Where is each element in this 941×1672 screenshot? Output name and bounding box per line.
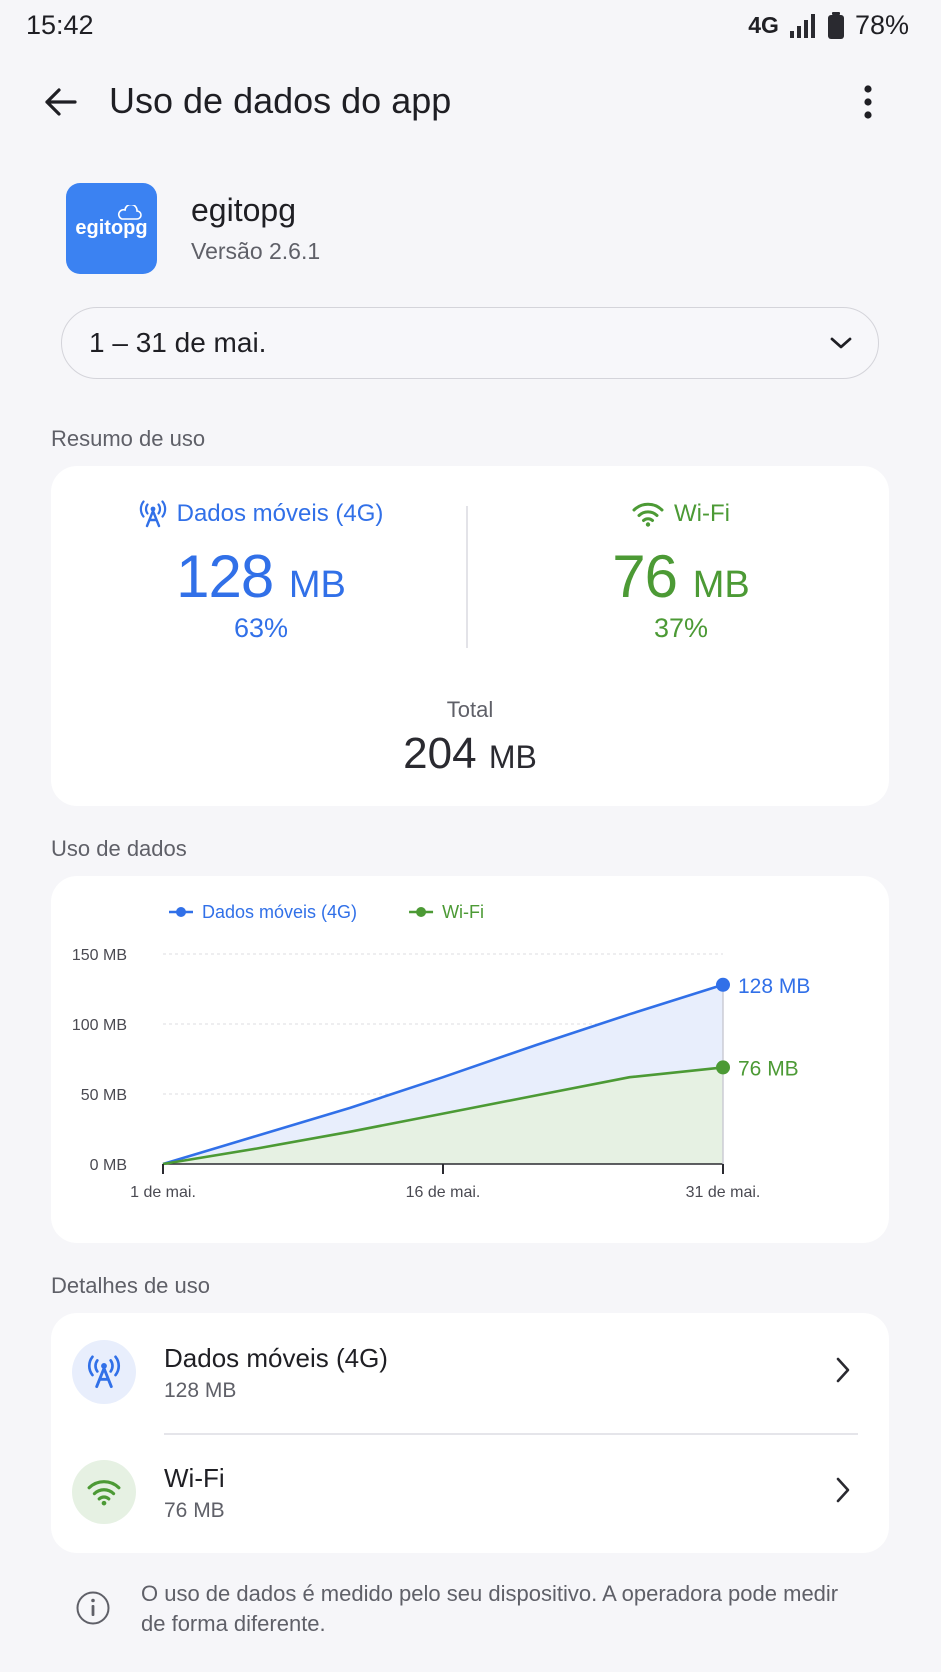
y-tick-label: 100 MB [72, 1017, 127, 1034]
summary-divider [466, 506, 468, 648]
y-tick-label: 50 MB [81, 1087, 127, 1104]
summary-mobile-label: Dados móveis (4G) [176, 500, 384, 527]
summary-total-label: Total [446, 697, 494, 722]
summary-section-label: Resumo de uso [51, 426, 206, 451]
legend-dot-1 [416, 907, 427, 917]
detail-mobile-icon-wrap [72, 1340, 136, 1404]
summary-wifi-label: Wi-Fi [674, 500, 730, 527]
back-button[interactable] [36, 78, 84, 126]
app-icon: egitopg [66, 183, 157, 274]
app-name: egitopg [191, 192, 296, 228]
detail-mobile-title: Dados móveis (4G) [164, 1343, 388, 1373]
cloud-icon [118, 205, 142, 220]
date-range-value: 1 – 31 de mai. [89, 327, 267, 358]
data-usage-note: O uso de dados é medido pelo seu disposi… [141, 1581, 839, 1636]
chevron-right-icon [836, 1477, 850, 1503]
status-time: 15:42 [26, 10, 94, 40]
detail-row-wifi[interactable]: Wi-Fi 76 MB [51, 1433, 889, 1553]
chevron-right-icon [836, 1357, 850, 1383]
cell-tower-icon [139, 500, 166, 528]
usage-chart-section-label: Uso de dados [51, 836, 187, 861]
app-version: Versão 2.6.1 [191, 238, 321, 264]
summary-mobile: Dados móveis (4G) 128 MB 63% [91, 500, 431, 644]
summary-total-value: 204 MB [403, 729, 537, 778]
usage-chart-card: 0 MB 50 MB 100 MB 150 MB 128 MB 76 MB 1 de mai… [51, 876, 889, 1243]
cell-tower-icon [87, 1355, 121, 1389]
x-tick-label: 16 de mai. [406, 1184, 481, 1201]
summary-wifi: Wi-Fi 76 MB 37% [511, 500, 851, 644]
summary-wifi-percent: 37% [653, 613, 709, 643]
wifi-icon [632, 502, 664, 527]
wifi-icon [87, 1480, 121, 1506]
series-end-point-1 [716, 1060, 730, 1075]
usage-chart: 0 MB 50 MB 100 MB 150 MB 128 MB 76 MB 1 de mai… [72, 902, 811, 1201]
detail-mobile-value: 128 MB [164, 1379, 237, 1402]
info-icon [76, 1591, 110, 1625]
more-options-button[interactable] [853, 80, 883, 124]
detail-row-mobile[interactable]: Dados móveis (4G) 128 MB [51, 1313, 889, 1435]
summary-mobile-value: 128 MB [176, 543, 346, 610]
battery-icon [827, 11, 844, 39]
y-tick-label: 0 MB [90, 1157, 127, 1174]
series-end-point-0 [716, 977, 730, 992]
page-title: Uso de dados do app [109, 80, 452, 121]
series-end-label-0: 128 MB [738, 975, 810, 998]
y-tick-label: 150 MB [72, 947, 127, 964]
detail-wifi-title: Wi-Fi [164, 1463, 225, 1493]
x-tick-label: 1 de mai. [130, 1184, 196, 1201]
more-vert-icon [864, 85, 872, 119]
details-section-label: Detalhes de uso [51, 1273, 210, 1298]
summary-wifi-value: 76 MB [612, 543, 750, 610]
network-type: 4G [748, 12, 779, 38]
series-end-label-1: 76 MB [738, 1057, 799, 1080]
signal-icon [789, 13, 815, 38]
usage-summary-card: Dados móveis (4G) 128 MB 63% Wi-Fi 76 MB… [51, 466, 889, 806]
legend-label-0: Dados móveis (4G) [202, 902, 357, 922]
status-icons: 4G 78% [748, 10, 909, 41]
summary-mobile-percent: 63% [233, 613, 289, 643]
battery-level: 78% [854, 10, 909, 40]
legend-label-1: Wi-Fi [442, 902, 484, 922]
usage-details-card: Dados móveis (4G) 128 MB Wi-Fi 76 MB [51, 1313, 889, 1553]
chevron-down-icon [830, 337, 852, 349]
detail-wifi-icon-wrap [72, 1460, 136, 1524]
x-tick-label: 31 de mai. [686, 1184, 761, 1201]
arrow-left-icon [45, 88, 77, 116]
legend-dot-0 [176, 907, 186, 917]
date-range-select[interactable]: 1 – 31 de mai. [61, 307, 879, 379]
detail-wifi-value: 76 MB [164, 1499, 225, 1522]
